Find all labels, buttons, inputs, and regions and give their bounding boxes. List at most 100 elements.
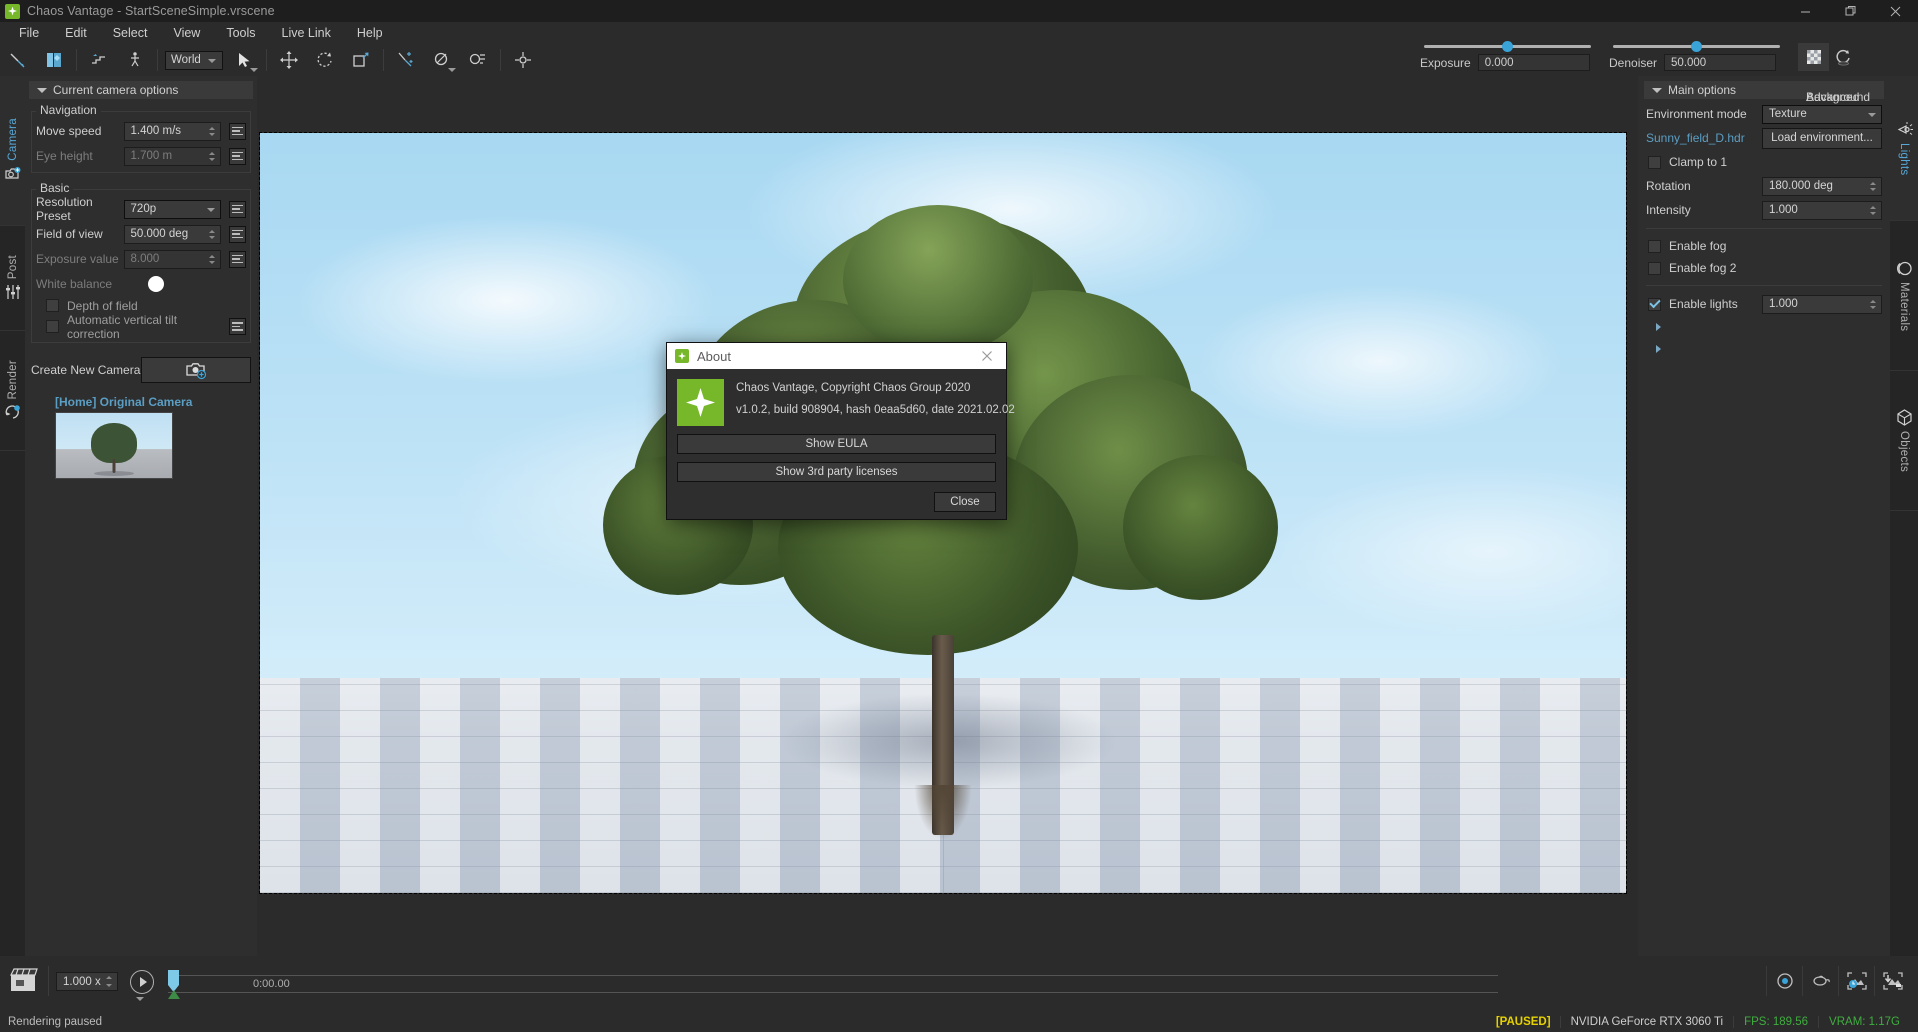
exposure-slider-knob[interactable] [1502, 41, 1513, 52]
snap-icon[interactable] [388, 45, 424, 75]
walk-mode-icon[interactable] [117, 45, 153, 75]
exposure-slider[interactable] [1420, 40, 1595, 52]
light-settings-icon[interactable] [460, 45, 496, 75]
pivot-icon[interactable] [505, 45, 541, 75]
enable-fog2-checkbox[interactable] [1648, 261, 1661, 275]
load-environment-button[interactable]: Load environment... [1762, 127, 1882, 149]
denoiser-slider-knob[interactable] [1691, 41, 1702, 52]
maximize-button[interactable] [1828, 0, 1873, 22]
show-eula-button[interactable]: Show EULA [677, 434, 996, 454]
exposure-input[interactable]: 0.000 [1477, 54, 1590, 71]
vertical-tilt-row[interactable]: Automatic vertical tilt correction [36, 313, 246, 341]
close-icon[interactable] [972, 343, 1002, 369]
resolution-options-icon[interactable] [229, 200, 246, 218]
enable-lights-input[interactable]: 1.000 [1762, 294, 1882, 314]
select-arrow-icon[interactable] [226, 45, 262, 75]
intensity-input[interactable]: 1.000 [1762, 200, 1882, 220]
environment-icon[interactable] [36, 45, 72, 75]
depth-of-field-checkbox[interactable] [46, 299, 59, 312]
stepper-down-icon[interactable] [1870, 211, 1876, 215]
stepper-down-icon[interactable] [1870, 187, 1876, 191]
denoiser-input[interactable]: 50.000 [1664, 54, 1777, 71]
close-button[interactable] [1873, 0, 1918, 22]
environment-file-name[interactable]: Sunny_field_D.hdr [1646, 131, 1762, 145]
stepper-down-icon[interactable] [106, 984, 112, 987]
reset-render-icon[interactable] [1828, 43, 1858, 71]
viewport[interactable]: About Chaos Vantage, Copyright Chaos Gro… [257, 76, 1630, 956]
eye-height-input[interactable]: 1.700 m [123, 146, 222, 166]
save-render-icon[interactable] [1874, 966, 1910, 996]
enable-fog-row[interactable]: Enable fog [1646, 236, 1882, 256]
light-linking-icon[interactable] [0, 45, 36, 75]
about-close-button[interactable]: Close [934, 492, 996, 512]
stepper-down-icon[interactable] [209, 260, 216, 264]
coordinate-space-select[interactable]: World [165, 50, 223, 70]
stepper-up-icon[interactable] [106, 976, 112, 979]
show-licenses-button[interactable]: Show 3rd party licenses [677, 462, 996, 482]
chevron-down-icon[interactable] [136, 997, 144, 1001]
current-camera-options-header[interactable]: Current camera options [29, 81, 253, 99]
teapot-icon[interactable] [1802, 966, 1838, 996]
stepper-up-icon[interactable] [1870, 205, 1876, 209]
clamp-row[interactable]: Clamp to 1 [1646, 151, 1882, 173]
menu-help[interactable]: Help [344, 23, 396, 43]
menu-live-link[interactable]: Live Link [269, 23, 344, 43]
denoiser-slider[interactable] [1609, 40, 1784, 52]
field-of-view-input[interactable]: 50.000 deg [123, 224, 222, 244]
menu-select[interactable]: Select [100, 23, 161, 43]
stepper-up-icon[interactable] [1870, 299, 1876, 303]
stepper-down-icon[interactable] [1870, 305, 1876, 309]
record-keyframe-icon[interactable] [1766, 966, 1802, 996]
rotate-gizmo-icon[interactable] [307, 45, 343, 75]
exposure-options-icon[interactable] [229, 250, 246, 268]
stepper-up-icon[interactable] [209, 151, 216, 155]
stepper-up-icon[interactable] [209, 254, 216, 258]
enable-lights-checkbox[interactable] [1648, 297, 1661, 311]
camera-list-item-label[interactable]: [Home] Original Camera [55, 395, 257, 409]
timeline-track[interactable]: 0:00.00 [168, 970, 1498, 999]
playback-speed-input[interactable]: 1.000 x [56, 972, 118, 991]
scale-gizmo-icon[interactable] [343, 45, 379, 75]
alpha-checker-icon[interactable] [1798, 43, 1828, 71]
clamp-checkbox[interactable] [1648, 155, 1661, 169]
enable-fog2-row[interactable]: Enable fog 2 [1646, 258, 1882, 278]
resolution-preset-select[interactable]: 720p [123, 199, 222, 219]
create-camera-button[interactable] [141, 357, 251, 383]
advanced-tree-item[interactable]: Advanced [1656, 90, 1882, 359]
minimize-button[interactable] [1783, 0, 1828, 22]
enable-fog-checkbox[interactable] [1648, 239, 1661, 253]
stepper-down-icon[interactable] [209, 157, 216, 161]
menu-view[interactable]: View [160, 23, 213, 43]
stepper-up-icon[interactable] [209, 126, 216, 130]
move-speed-options-icon[interactable] [229, 122, 246, 140]
stepper-up-icon[interactable] [1870, 181, 1876, 185]
stepper-up-icon[interactable] [209, 229, 216, 233]
move-gizmo-icon[interactable] [271, 45, 307, 75]
timeline-playhead[interactable] [168, 970, 179, 992]
stepper-down-icon[interactable] [209, 235, 216, 239]
sidebar-item-post[interactable]: Post [0, 226, 25, 331]
sidebar-item-lights[interactable]: Lights [1890, 76, 1918, 221]
vertical-tilt-options-icon[interactable] [229, 318, 246, 335]
sidebar-item-render[interactable]: Render [0, 331, 25, 451]
white-balance-color-swatch[interactable] [148, 276, 164, 292]
fov-options-icon[interactable] [229, 225, 246, 243]
vertical-tilt-checkbox[interactable] [46, 320, 59, 333]
rotation-input[interactable]: 180.000 deg [1762, 176, 1882, 196]
menu-file[interactable]: File [6, 23, 52, 43]
menu-tools[interactable]: Tools [213, 23, 268, 43]
about-dialog[interactable]: About Chaos Vantage, Copyright Chaos Gro… [666, 342, 1015, 520]
sidebar-item-objects[interactable]: Objects [1890, 371, 1918, 511]
stepper-down-icon[interactable] [209, 132, 216, 136]
walkthrough-path-icon[interactable] [81, 45, 117, 75]
sidebar-item-camera[interactable]: Camera [0, 76, 25, 226]
light-select-icon[interactable] [424, 45, 460, 75]
sidebar-item-materials[interactable]: Materials [1890, 221, 1918, 371]
animation-icon[interactable] [8, 966, 42, 996]
timeline-keyframe-marker[interactable] [168, 990, 180, 999]
render-time-icon[interactable] [1838, 966, 1874, 996]
camera-thumbnail[interactable] [55, 412, 173, 479]
background-tree-item[interactable]: Background [1656, 90, 1882, 337]
eye-height-options-icon[interactable] [229, 147, 246, 165]
exposure-value-input[interactable]: 8.000 [123, 249, 222, 269]
